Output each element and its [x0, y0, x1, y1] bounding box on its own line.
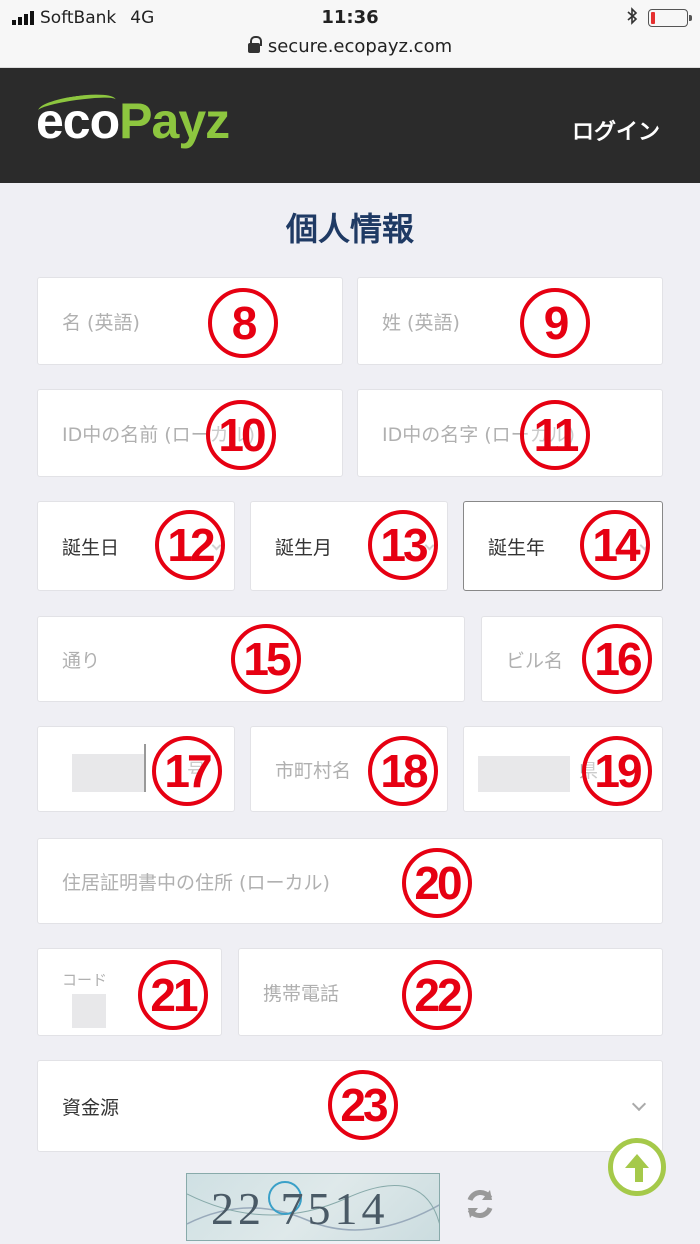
login-button[interactable]: ログイン [572, 114, 660, 146]
bluetooth-icon [626, 7, 638, 29]
mobile-phone-placeholder: 携帯電話 [263, 982, 340, 1005]
chevron-down-icon [631, 1096, 647, 1112]
annotation-badge: 10 [206, 400, 276, 470]
annotation-badge: 11 [520, 400, 590, 470]
site-header: ecoPayz ログイン [0, 68, 700, 183]
first-name-field[interactable]: 名 (英語) [37, 277, 343, 365]
scroll-to-top-button[interactable] [608, 1138, 666, 1196]
address-bar[interactable]: secure.ecopayz.com [0, 36, 700, 57]
building-placeholder: ビル名 [506, 649, 564, 672]
city-placeholder: 市町村名 [275, 759, 352, 782]
arrow-up-icon [625, 1154, 649, 1168]
battery-icon [648, 9, 692, 27]
refresh-captcha-icon[interactable] [462, 1186, 498, 1222]
birth-day-label: 誕生日 [62, 536, 120, 559]
battery-level [651, 12, 655, 24]
street-placeholder: 通り [62, 649, 101, 672]
annotation-badge: 18 [368, 736, 438, 806]
country-code-label: コード [62, 971, 108, 989]
annotation-badge: 21 [138, 960, 208, 1030]
id-last-name-field[interactable]: ID中の名字 (ローカル) [357, 389, 663, 477]
last-name-placeholder: 姓 (英語) [382, 311, 460, 334]
address-local-field[interactable]: 住居証明書中の住所 (ローカル) [37, 838, 663, 924]
annotation-badge: 13 [368, 510, 438, 580]
status-bar: SoftBank 4G 11:36 secure.ecopayz.com [0, 0, 700, 68]
redacted-block [478, 756, 570, 792]
annotation-badge: 20 [402, 848, 472, 918]
annotation-badge: 22 [402, 960, 472, 1030]
status-right [626, 7, 692, 29]
redacted-block [72, 994, 106, 1028]
annotation-badge: 23 [328, 1070, 398, 1140]
captcha-image: 22 7514 [186, 1173, 440, 1241]
lock-icon [247, 36, 262, 53]
captcha-text: 22 7514 [211, 1183, 389, 1234]
birth-month-label: 誕生月 [275, 536, 333, 559]
ecopayz-logo[interactable]: ecoPayz [36, 92, 230, 150]
first-name-placeholder: 名 (英語) [62, 311, 140, 334]
annotation-badge: 15 [231, 624, 301, 694]
id-first-name-field[interactable]: ID中の名前 (ローカル) [37, 389, 343, 477]
arrow-shaft [635, 1168, 643, 1182]
annotation-badge: 19 [582, 736, 652, 806]
annotation-badge: 17 [152, 736, 222, 806]
last-name-field[interactable]: 姓 (英語) [357, 277, 663, 365]
birth-year-label: 誕生年 [488, 536, 546, 559]
url-text: secure.ecopayz.com [267, 36, 453, 57]
annotation-badge: 12 [155, 510, 225, 580]
redacted-block [72, 754, 144, 792]
page-title: 個人情報 [285, 210, 414, 248]
annotation-badge: 16 [582, 624, 652, 694]
annotation-badge: 8 [208, 288, 278, 358]
fund-source-label: 資金源 [62, 1096, 120, 1119]
annotation-badge: 9 [520, 288, 590, 358]
address-local-placeholder: 住居証明書中の住所 (ローカル) [62, 871, 330, 894]
logo-eco: eco [36, 93, 120, 149]
text-cursor [144, 744, 146, 792]
annotation-badge: 14 [580, 510, 650, 580]
status-time: 11:36 [321, 7, 379, 28]
logo-payz: Payz [119, 93, 230, 149]
